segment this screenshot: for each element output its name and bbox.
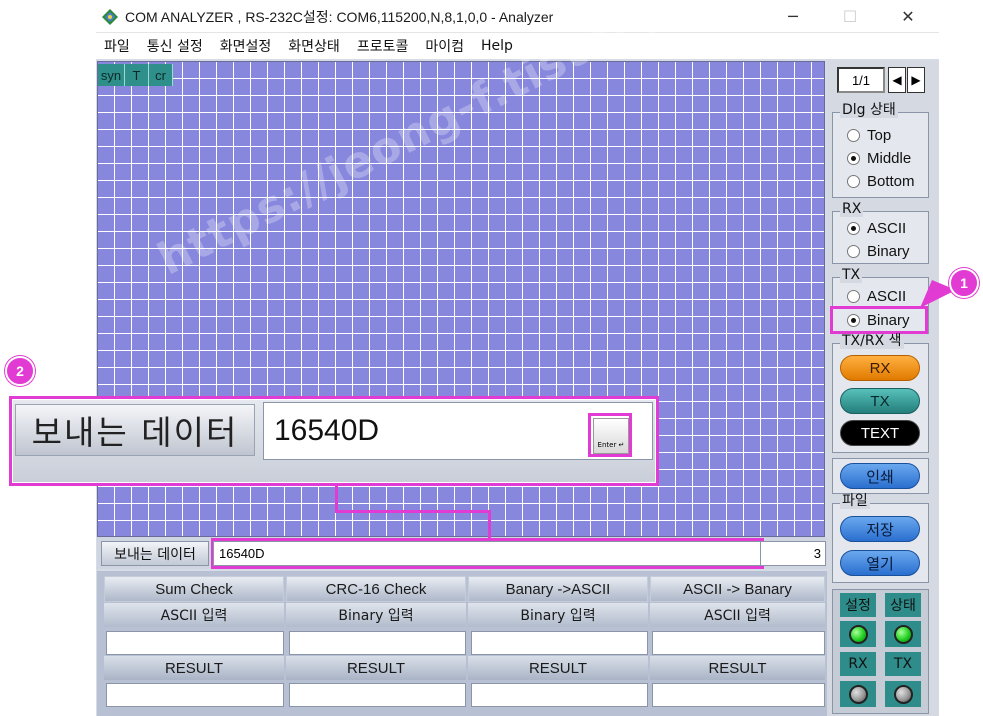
state-led-icon [893,624,913,644]
binary-to-ascii-result[interactable] [471,683,648,707]
tx-binary-radio[interactable]: Binary [847,309,910,331]
radio-selected-icon [847,221,860,235]
settings-led-icon [848,624,868,644]
enter-key-icon: Enter ↵ [593,418,629,454]
tag-cr[interactable]: cr [149,64,173,86]
menu-comm-settings[interactable]: 통신 설정 [147,36,203,56]
binary-to-ascii-result-label: RESULT [468,656,648,680]
menu-screen-settings[interactable]: 화면설정 [220,36,272,56]
radio-selected-icon [847,151,860,165]
binary-to-ascii-button[interactable]: Banary ->ASCII [468,576,648,602]
crc16-check-button[interactable]: CRC-16 Check [286,576,466,602]
print-button[interactable]: 인쇄 [840,463,920,489]
tx-ascii-radio[interactable]: ASCII [847,285,906,307]
crc16-input-label: Binary 입력 [286,603,466,627]
crc16-result[interactable] [289,683,466,707]
rx-mode-title: RX [840,201,864,217]
send-data-label: 보내는 데이터 [101,541,209,566]
annotation-badge-1: 1 [949,268,979,298]
binary-to-ascii-input[interactable] [471,631,648,655]
annotation-badge-2: 2 [5,356,35,386]
ascii-to-binary-input-label: ASCII 입력 [650,603,825,627]
sum-check-input[interactable] [106,631,284,655]
dlg-state-title: Dlg 상태 [840,102,898,118]
save-button[interactable]: 저장 [840,516,920,542]
radio-icon [847,289,860,303]
radio-icon [847,174,860,188]
menu-help[interactable]: Help [481,38,513,54]
ascii-to-binary-button[interactable]: ASCII -> Banary [650,576,825,602]
tx-led-icon [893,684,913,704]
close-button[interactable]: ✕ [885,0,931,33]
radio-icon [847,244,860,258]
zoom-send-label: 보내는 데이터 [15,404,255,456]
settings-led-cell [840,621,876,647]
rx-status-label: RX [840,652,876,676]
file-group-title: 파일 [840,493,870,509]
sum-check-result[interactable] [106,683,284,707]
rx-led-icon [848,684,868,704]
dlg-bottom-radio[interactable]: Bottom [847,170,915,192]
menu-file[interactable]: 파일 [104,36,130,56]
state-led-cell [885,621,921,647]
sum-check-input-label: ASCII 입력 [104,603,284,627]
sum-check-button[interactable]: Sum Check [104,576,284,602]
menu-screen-state[interactable]: 화면상태 [288,36,340,56]
open-button[interactable]: 열기 [840,550,920,576]
send-data-input[interactable]: 16540D [213,541,761,566]
connector-line-down [488,510,491,539]
page-indicator: 1/1 [837,67,885,93]
ascii-to-binary-result-label: RESULT [650,656,825,680]
sum-check-result-label: RESULT [104,656,284,680]
radio-selected-icon [847,313,860,327]
tx-color-button[interactable]: TX [840,388,920,414]
minimize-button[interactable]: ─ [770,0,816,33]
tx-mode-title: TX [840,267,863,283]
text-color-button[interactable]: TEXT [840,420,920,446]
settings-status-label: 설정 [840,593,876,617]
app-icon [102,9,118,25]
send-byte-count: 3 [760,541,826,566]
dlg-middle-radio[interactable]: Middle [847,147,911,169]
menu-micom[interactable]: 마이컴 [425,36,464,56]
tx-led-cell [885,681,921,707]
tx-status-label: TX [885,652,921,676]
menu-protocol[interactable]: 프로토콜 [357,36,409,56]
rx-color-button[interactable]: RX [840,355,920,381]
ascii-to-binary-result[interactable] [652,683,825,707]
connector-line-horizontal [335,510,490,513]
binary-to-ascii-input-label: Binary 입력 [468,603,648,627]
crc16-result-label: RESULT [286,656,466,680]
crc16-input[interactable] [289,631,466,655]
rx-binary-radio[interactable]: Binary [847,240,910,262]
prev-page-button[interactable]: ◀ [888,67,906,93]
rx-led-cell [840,681,876,707]
state-status-label: 상태 [885,593,921,617]
rx-ascii-radio[interactable]: ASCII [847,217,906,239]
next-page-button[interactable]: ▶ [907,67,925,93]
txrx-color-title: TX/RX 색 [840,333,904,349]
tag-syn[interactable]: syn [98,64,125,86]
maximize-button[interactable]: ☐ [827,0,873,33]
ascii-to-binary-input[interactable] [652,631,825,655]
window-title: COM ANALYZER , RS-232C설정: COM6,115200,N,… [125,9,554,25]
tag-t[interactable]: T [125,64,149,86]
connector-line-vertical [335,486,338,512]
radio-icon [847,128,860,142]
dlg-top-radio[interactable]: Top [847,124,891,146]
